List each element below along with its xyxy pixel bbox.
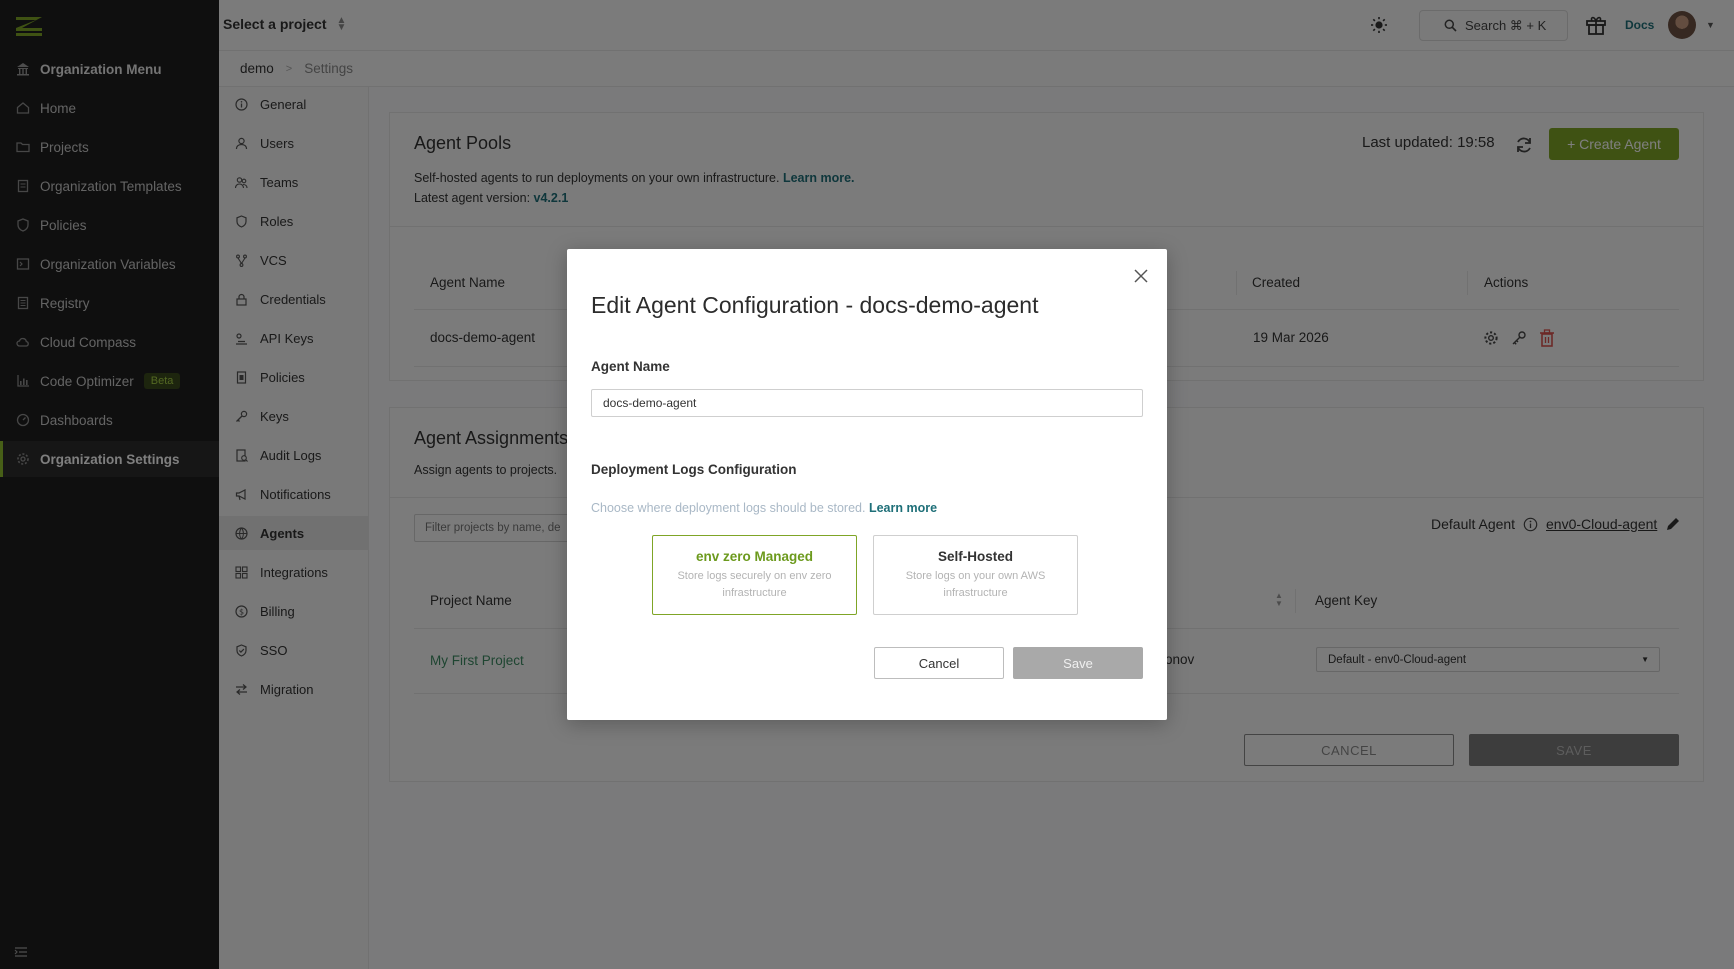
close-icon[interactable] <box>1133 268 1149 284</box>
option-description: Store logs securely on env zero infrastr… <box>677 570 832 599</box>
edit-agent-modal: Edit Agent Configuration - docs-demo-age… <box>567 249 1167 720</box>
agent-name-input[interactable] <box>591 389 1143 417</box>
logs-config-label: Deployment Logs Configuration <box>591 462 797 477</box>
modal-title: Edit Agent Configuration - docs-demo-age… <box>591 292 1039 318</box>
option-self-hosted[interactable]: Self-Hosted Store logs on your own AWS i… <box>873 535 1078 615</box>
logs-helper-text: Choose where deployment logs should be s… <box>591 501 938 515</box>
cancel-button[interactable]: Cancel <box>874 647 1004 679</box>
option-description: Store logs on your own AWS infrastructur… <box>905 570 1046 599</box>
option-title: env zero Managed <box>695 549 814 564</box>
option-title: Self-Hosted <box>937 549 1013 564</box>
save-button[interactable]: Save <box>1013 647 1143 679</box>
agent-name-label: Agent Name <box>591 359 670 374</box>
option-env-zero-managed[interactable]: env zero Managed Store logs securely on … <box>652 535 857 615</box>
logs-learn-more-link[interactable]: Learn more <box>869 501 937 515</box>
